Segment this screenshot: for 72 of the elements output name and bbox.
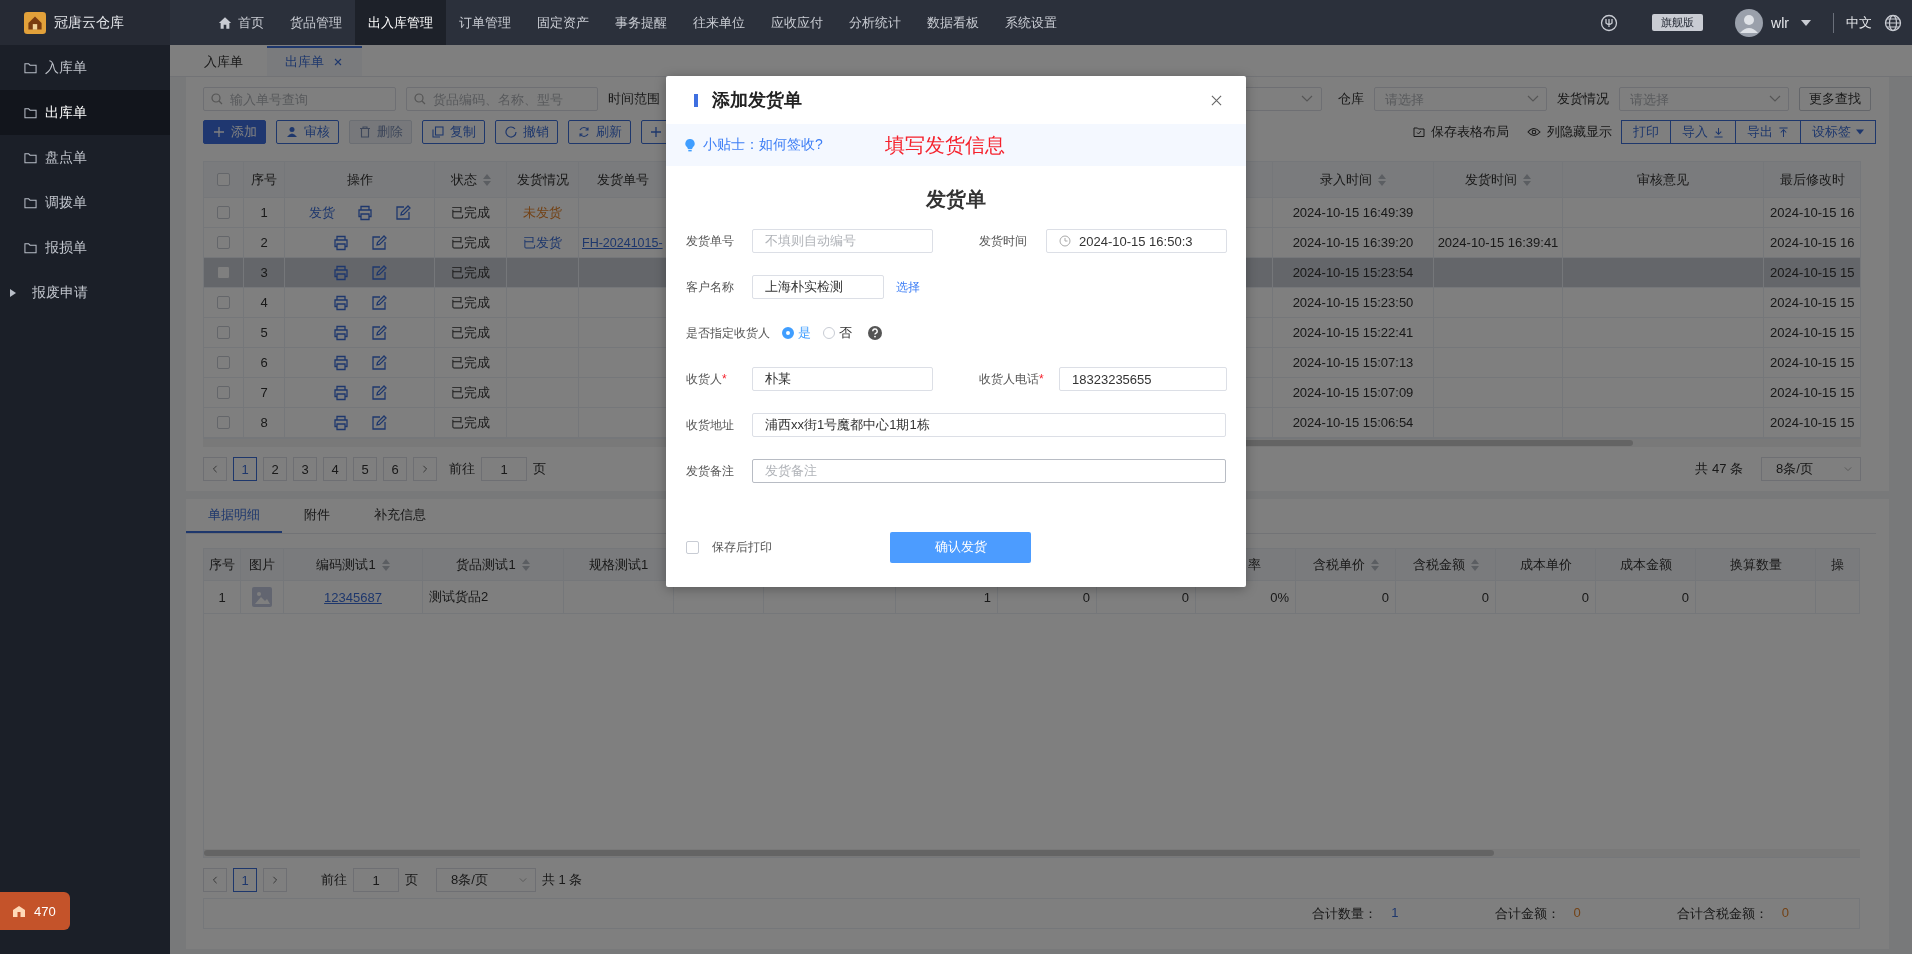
- goto-label: 前往: [321, 871, 347, 889]
- table-cell: 未发货: [523, 203, 562, 222]
- table-cell: 3: [260, 265, 268, 280]
- total-label: 合计含税金额：: [1676, 904, 1768, 923]
- field-label: 收货人*: [686, 370, 728, 388]
- table-cell: 已完成: [451, 413, 490, 432]
- table-cell: 8: [260, 415, 268, 430]
- table-cell: 1: [983, 589, 991, 605]
- table-cell: 2024-10-15 16:39:20: [1292, 235, 1414, 250]
- table-cell: 2024-10-15 15:06:54: [1292, 415, 1414, 430]
- total-value: 0: [1781, 904, 1789, 922]
- total-value: 0: [1573, 904, 1581, 922]
- goto-label: 前往: [449, 460, 475, 478]
- dialog-title: 添加发货单: [712, 89, 802, 112]
- table-cell: 已发货: [523, 233, 562, 252]
- table-cell: 2024-10-15 16:39:41: [1437, 235, 1559, 250]
- table-cell: 2024-10-15 16: [1770, 205, 1855, 220]
- table-cell: 已完成: [451, 203, 490, 222]
- table-cell: 2024-10-15 16:49:39: [1292, 205, 1414, 220]
- table-cell: 2024-10-15 16: [1770, 235, 1855, 250]
- field-label: 收货人电话*: [979, 370, 1045, 388]
- table-cell: 已完成: [451, 323, 490, 342]
- annotation-text: 填写发货信息: [884, 132, 1005, 158]
- table-cell: 已完成: [451, 233, 490, 252]
- page-unit: 页: [405, 871, 418, 889]
- table-cell: 已完成: [451, 383, 490, 402]
- table-cell: 0%: [1270, 589, 1289, 605]
- table-cell: 1: [218, 589, 226, 605]
- table-cell: 4: [260, 295, 268, 310]
- table-cell: 测试货品2: [429, 588, 489, 606]
- table-cell: 2024-10-15 15: [1770, 355, 1855, 370]
- total-label: 合计数量：: [1312, 904, 1378, 923]
- shipping-status-label: 发货情况: [1557, 90, 1609, 108]
- table-cell: 2024-10-15 15: [1770, 325, 1855, 340]
- table-cell: 已完成: [451, 293, 490, 312]
- form-title: 发货单: [925, 187, 987, 212]
- total-value: 1: [1391, 904, 1399, 922]
- time-range-label: 时间范围: [608, 90, 660, 108]
- field-label: 是否指定收货人: [686, 324, 771, 342]
- total-label: 合计金额：: [1494, 904, 1560, 923]
- total-count: 共 1 条: [542, 871, 583, 889]
- table-cell: 0: [1581, 589, 1589, 605]
- table-cell: 2024-10-15 15: [1770, 415, 1855, 430]
- table-cell: 0: [1381, 589, 1389, 605]
- table-cell: 0: [1481, 589, 1489, 605]
- table-cell: 已完成: [451, 263, 490, 282]
- total-count: 共 47 条: [1695, 460, 1743, 478]
- table-cell: 2024-10-15 15: [1770, 385, 1855, 400]
- table-cell: 2024-10-15 15:07:13: [1292, 355, 1414, 370]
- table-cell: 1: [260, 205, 268, 220]
- table-cell: 已完成: [451, 353, 490, 372]
- warehouse-label: 仓库: [1338, 90, 1364, 108]
- table-cell: 2024-10-15 15:23:50: [1292, 295, 1414, 310]
- table-cell: 0: [1181, 589, 1189, 605]
- table-cell: 6: [260, 355, 268, 370]
- field-label: 发货单号: [686, 232, 735, 250]
- table-cell: 2024-10-15 15:07:09: [1292, 385, 1414, 400]
- app-name: 冠唐云仓库: [54, 13, 124, 32]
- table-cell: 2024-10-15 15:23:54: [1292, 265, 1414, 280]
- page-unit: 页: [533, 460, 546, 478]
- field-label: 收货地址: [686, 416, 735, 434]
- field-label: 发货时间: [979, 232, 1028, 250]
- table-cell: 0: [1082, 589, 1090, 605]
- table-cell: 2: [260, 235, 268, 250]
- table-cell: 2024-10-15 15: [1770, 295, 1855, 310]
- edition-badge: 旗舰版: [1652, 14, 1704, 31]
- table-cell: 2024-10-15 15:22:41: [1292, 325, 1414, 340]
- field-label: 发货备注: [686, 462, 735, 480]
- table-cell: 2024-10-15 15: [1770, 265, 1855, 280]
- table-cell: 7: [260, 385, 268, 400]
- table-cell: 0: [1681, 589, 1689, 605]
- table-cell: 5: [260, 325, 268, 340]
